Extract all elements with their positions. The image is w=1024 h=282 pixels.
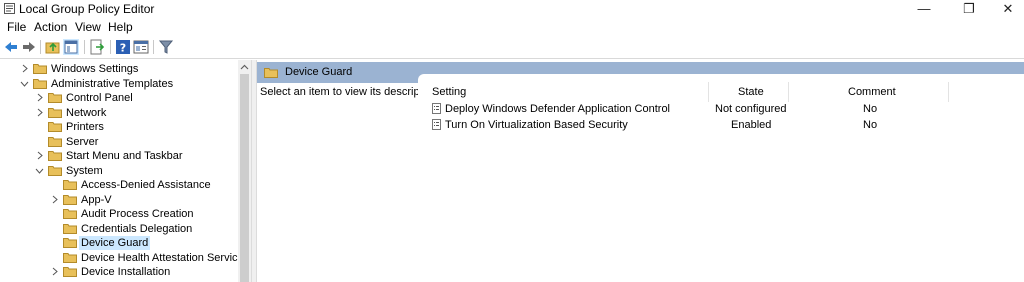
filter-icon[interactable] bbox=[158, 39, 174, 55]
tree-item-label: Administrative Templates bbox=[51, 77, 174, 90]
folder-icon bbox=[33, 64, 47, 74]
folder-icon bbox=[33, 78, 47, 89]
help-icon[interactable]: ? bbox=[115, 39, 131, 55]
chevron-right-icon[interactable] bbox=[50, 195, 59, 204]
folder-icon bbox=[264, 68, 278, 78]
properties-icon[interactable] bbox=[133, 39, 149, 55]
back-arrow-icon[interactable] bbox=[3, 39, 19, 55]
tree-item-label: App-V bbox=[81, 193, 112, 206]
tree-item-label: Device Health Attestation Service bbox=[81, 251, 238, 264]
title-bar: Local Group Policy Editor — ❐ ✕ bbox=[0, 0, 1024, 18]
tree-item-label: Device Installation bbox=[81, 266, 171, 278]
menu-help[interactable]: Help bbox=[108, 20, 133, 34]
chevron-right-icon[interactable] bbox=[35, 93, 44, 102]
folder-icon bbox=[48, 151, 62, 161]
restore-button[interactable]: ❐ bbox=[949, 0, 989, 18]
show-hide-tree-icon[interactable] bbox=[63, 39, 79, 55]
folder-icon bbox=[63, 180, 77, 190]
tree-item-system[interactable]: System bbox=[0, 164, 238, 178]
folder-icon bbox=[63, 267, 77, 277]
svg-text:?: ? bbox=[120, 42, 126, 55]
tree-item-network[interactable]: Network bbox=[0, 106, 238, 120]
tree-item-label: Printers bbox=[66, 121, 104, 133]
folder-icon bbox=[48, 122, 62, 132]
folder-icon bbox=[63, 223, 77, 234]
tree-item-start-menu-and-taskbar[interactable]: Start Menu and Taskbar bbox=[0, 149, 238, 163]
tree-item-label: Control Panel bbox=[66, 92, 133, 104]
tree-item-printers[interactable]: Printers bbox=[0, 120, 238, 134]
folder-icon bbox=[63, 194, 77, 205]
column-header-state[interactable]: State bbox=[738, 86, 764, 98]
details-pane: Device Guard Select an item to view its … bbox=[257, 60, 1024, 282]
tree-item-credentials-delegation[interactable]: Credentials Delegation bbox=[0, 222, 238, 236]
tree-item-label: Server bbox=[66, 135, 99, 148]
group-policy-app-icon bbox=[4, 3, 15, 14]
folder-icon bbox=[48, 107, 62, 118]
tree-item-label: Windows Settings bbox=[51, 63, 139, 75]
up-folder-icon[interactable] bbox=[45, 39, 61, 55]
chevron-right-icon[interactable] bbox=[20, 64, 29, 73]
policy-setting-icon bbox=[432, 119, 441, 130]
folder-icon bbox=[48, 165, 62, 176]
menu-view[interactable]: View bbox=[75, 20, 101, 34]
setting-name: Turn On Virtualization Based Security bbox=[445, 119, 628, 131]
setting-name: Deploy Windows Defender Application Cont… bbox=[445, 103, 671, 115]
tree-item-access-denied-assistance[interactable]: Access-Denied Assistance bbox=[0, 178, 238, 192]
tree-item-windows-settings[interactable]: Windows Settings bbox=[0, 62, 238, 76]
scrollbar-thumb[interactable] bbox=[240, 74, 249, 282]
column-header-comment[interactable]: Comment bbox=[848, 86, 896, 98]
minimize-button[interactable]: — bbox=[904, 0, 944, 18]
scroll-up-arrow-icon[interactable] bbox=[240, 63, 249, 72]
console-tree: Windows Settings Administrative Template… bbox=[0, 60, 238, 282]
tree-item-server[interactable]: Server bbox=[0, 135, 238, 149]
folder-icon bbox=[63, 252, 77, 263]
tree-item-label: Network bbox=[66, 106, 107, 119]
policy-setting-icon bbox=[432, 103, 441, 114]
setting-comment: No bbox=[863, 103, 878, 115]
window-title: Local Group Policy Editor bbox=[19, 2, 155, 16]
close-button[interactable]: ✕ bbox=[988, 0, 1024, 18]
setting-state: Not configured bbox=[715, 103, 787, 115]
forward-arrow-icon[interactable] bbox=[21, 39, 37, 55]
tree-item-label: Device Guard bbox=[79, 236, 151, 250]
setting-state: Enabled bbox=[731, 119, 772, 131]
chevron-right-icon[interactable] bbox=[50, 267, 59, 276]
menu-bar: File Action View Help bbox=[0, 19, 1024, 35]
toolbar: ? bbox=[0, 36, 1024, 59]
column-header-setting[interactable]: Setting bbox=[432, 86, 466, 98]
tree-item-administrative-templates[interactable]: Administrative Templates bbox=[0, 77, 238, 91]
chevron-down-icon[interactable] bbox=[20, 79, 29, 88]
tree-item-label: Start Menu and Taskbar bbox=[66, 150, 183, 162]
folder-icon bbox=[48, 136, 62, 147]
tree-scrollbar[interactable] bbox=[238, 60, 251, 282]
tree-item-device-guard[interactable]: Device Guard bbox=[0, 236, 238, 250]
export-list-icon[interactable] bbox=[89, 39, 105, 55]
settings-list: Setting State Comment Deploy Windows Def… bbox=[418, 74, 1024, 282]
menu-file[interactable]: File bbox=[7, 20, 26, 34]
tree-item-device-installation[interactable]: Device Installation bbox=[0, 265, 238, 279]
tree-item-label: System bbox=[66, 164, 103, 177]
tree-item-label: Access-Denied Assistance bbox=[81, 179, 211, 191]
folder-icon bbox=[63, 238, 77, 248]
chevron-right-icon[interactable] bbox=[35, 151, 44, 160]
tree-item-label: Audit Process Creation bbox=[81, 208, 194, 220]
setting-comment: No bbox=[863, 119, 878, 131]
tree-item-label: Credentials Delegation bbox=[81, 222, 193, 235]
chevron-right-icon[interactable] bbox=[35, 108, 44, 117]
details-title: Device Guard bbox=[285, 66, 353, 78]
tree-item-control-panel[interactable]: Control Panel bbox=[0, 91, 238, 105]
tree-item-device-health-attestation-service[interactable]: Device Health Attestation Service bbox=[0, 251, 238, 265]
tree-item-app-v[interactable]: App-V bbox=[0, 193, 238, 207]
chevron-down-icon[interactable] bbox=[35, 166, 44, 175]
folder-icon bbox=[48, 93, 62, 103]
folder-icon bbox=[63, 209, 77, 219]
description-text: Select an item to view its description. bbox=[260, 86, 441, 98]
tree-item-audit-process-creation[interactable]: Audit Process Creation bbox=[0, 207, 238, 221]
menu-action[interactable]: Action bbox=[34, 20, 67, 34]
